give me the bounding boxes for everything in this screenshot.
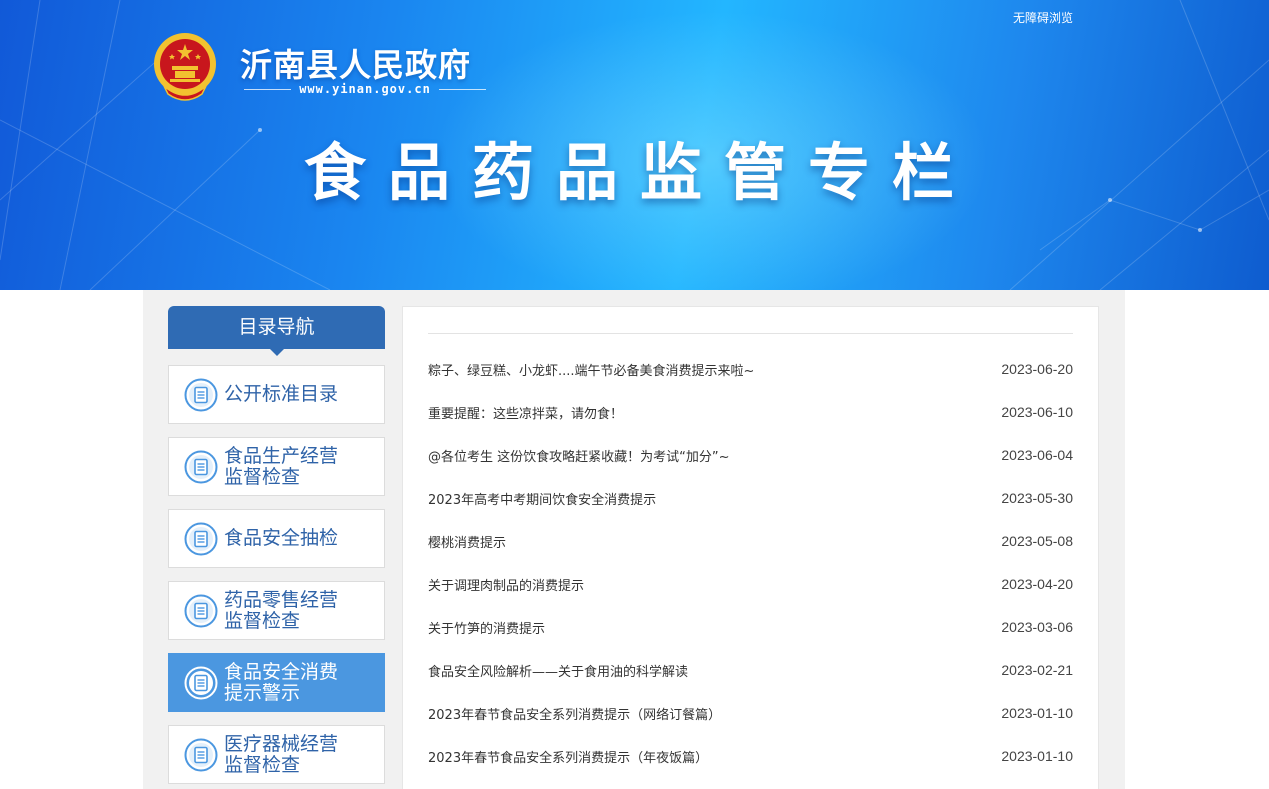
list-item: 粽子、绿豆糕、小龙虾....端午节必备美食消费提示来啦~ 2023-06-20: [428, 358, 1073, 380]
article-date: 2023-06-20: [1001, 361, 1073, 377]
article-list-panel: 粽子、绿豆糕、小龙虾....端午节必备美食消费提示来啦~ 2023-06-20 …: [402, 306, 1099, 789]
sidebar-item-label: 医疗器械经营监督检查: [224, 732, 339, 776]
list-item: @各位考生 这份饮食攻略赶紧收藏！为考试“加分”~ 2023-06-04: [428, 444, 1073, 466]
url-divider-right: [438, 88, 486, 90]
sidebar-title-arrow: [270, 349, 284, 356]
sidebar-item-food-safety-alerts[interactable]: 食品安全消费提示警示: [168, 653, 385, 712]
sidebar-item-standard-catalog[interactable]: 公开标准目录: [168, 365, 385, 424]
list-item: 食品安全风险解析——关于食用油的科学解读 2023-02-21: [428, 659, 1073, 681]
document-circle-icon: [184, 594, 218, 627]
document-circle-icon: [184, 522, 218, 555]
sidebar-item-label: 食品安全消费提示警示: [224, 660, 339, 704]
sidebar-title: 目录导航: [168, 306, 385, 356]
list-item: 樱桃消费提示 2023-05-08: [428, 530, 1073, 552]
sidebar-title-text: 目录导航: [238, 316, 315, 338]
document-circle-icon: [184, 738, 218, 771]
list-item: 2023年春节食品安全系列消费提示（年夜饭篇） 2023-01-10: [428, 745, 1073, 767]
list-item: 关于调理肉制品的消费提示 2023-04-20: [428, 573, 1073, 595]
site-name: 沂南县人民政府: [240, 46, 472, 84]
sidebar-item-food-sampling[interactable]: 食品安全抽检: [168, 509, 385, 568]
article-link[interactable]: 关于竹笋的消费提示: [428, 618, 545, 637]
sidebar-item-food-production-inspection[interactable]: 食品生产经营监督检查: [168, 437, 385, 496]
article-link[interactable]: 粽子、绿豆糕、小龙虾....端午节必备美食消费提示来啦~: [428, 360, 754, 379]
article-date: 2023-01-10: [1001, 705, 1073, 721]
list-item: 关于竹笋的消费提示 2023-03-06: [428, 616, 1073, 638]
sidebar-item-label: 食品安全抽检: [224, 527, 339, 549]
article-link[interactable]: 2023年春节食品安全系列消费提示（网络订餐篇）: [428, 704, 721, 723]
sidebar-item-label: 公开标准目录: [224, 383, 339, 405]
national-emblem-icon: [154, 33, 216, 101]
article-link[interactable]: 2023年高考中考期间饮食安全消费提示: [428, 489, 656, 508]
article-link[interactable]: 关于调理肉制品的消费提示: [428, 575, 584, 594]
url-divider-left: [244, 88, 292, 90]
article-link[interactable]: 食品安全风险解析——关于食用油的科学解读: [428, 661, 688, 680]
accessibility-link[interactable]: 无障碍浏览: [1013, 9, 1073, 26]
list-item: 2023年高考中考期间饮食安全消费提示 2023-05-30: [428, 487, 1073, 509]
document-circle-icon: [184, 378, 218, 411]
article-date: 2023-05-08: [1001, 533, 1073, 549]
document-circle-icon: [184, 450, 218, 483]
list-top-divider: [428, 333, 1073, 334]
article-link[interactable]: @各位考生 这份饮食攻略赶紧收藏！为考试“加分”~: [428, 446, 730, 465]
site-url: www.yinan.gov.cn: [299, 82, 431, 96]
article-date: 2023-04-20: [1001, 576, 1073, 592]
sidebar-item-label: 食品生产经营监督检查: [224, 444, 339, 488]
article-link[interactable]: 2023年春节食品安全系列消费提示（年夜饭篇）: [428, 747, 708, 766]
document-circle-icon: [184, 666, 218, 699]
article-date: 2023-06-04: [1001, 447, 1073, 463]
site-url-row: www.yinan.gov.cn: [244, 81, 486, 97]
sidebar-item-medical-device-inspection[interactable]: 医疗器械经营监督检查: [168, 725, 385, 784]
article-date: 2023-05-30: [1001, 490, 1073, 506]
article-date: 2023-03-06: [1001, 619, 1073, 635]
article-link[interactable]: 樱桃消费提示: [428, 532, 506, 551]
article-date: 2023-01-10: [1001, 748, 1073, 764]
sidebar-item-label: 药品零售经营监督检查: [224, 588, 339, 632]
list-item: 重要提醒：这些凉拌菜，请勿食！ 2023-06-10: [428, 401, 1073, 423]
article-date: 2023-02-21: [1001, 662, 1073, 678]
column-title: 食品药品监管专栏: [304, 136, 977, 209]
sidebar-item-drug-retail-inspection[interactable]: 药品零售经营监督检查: [168, 581, 385, 640]
article-date: 2023-06-10: [1001, 404, 1073, 420]
header-banner: 无障碍浏览 沂南县人民政府 www.yinan.gov.cn 食品药品监管专栏: [0, 0, 1269, 290]
list-item: 2023年春节食品安全系列消费提示（网络订餐篇） 2023-01-10: [428, 702, 1073, 724]
article-link[interactable]: 重要提醒：这些凉拌菜，请勿食！: [428, 403, 623, 422]
